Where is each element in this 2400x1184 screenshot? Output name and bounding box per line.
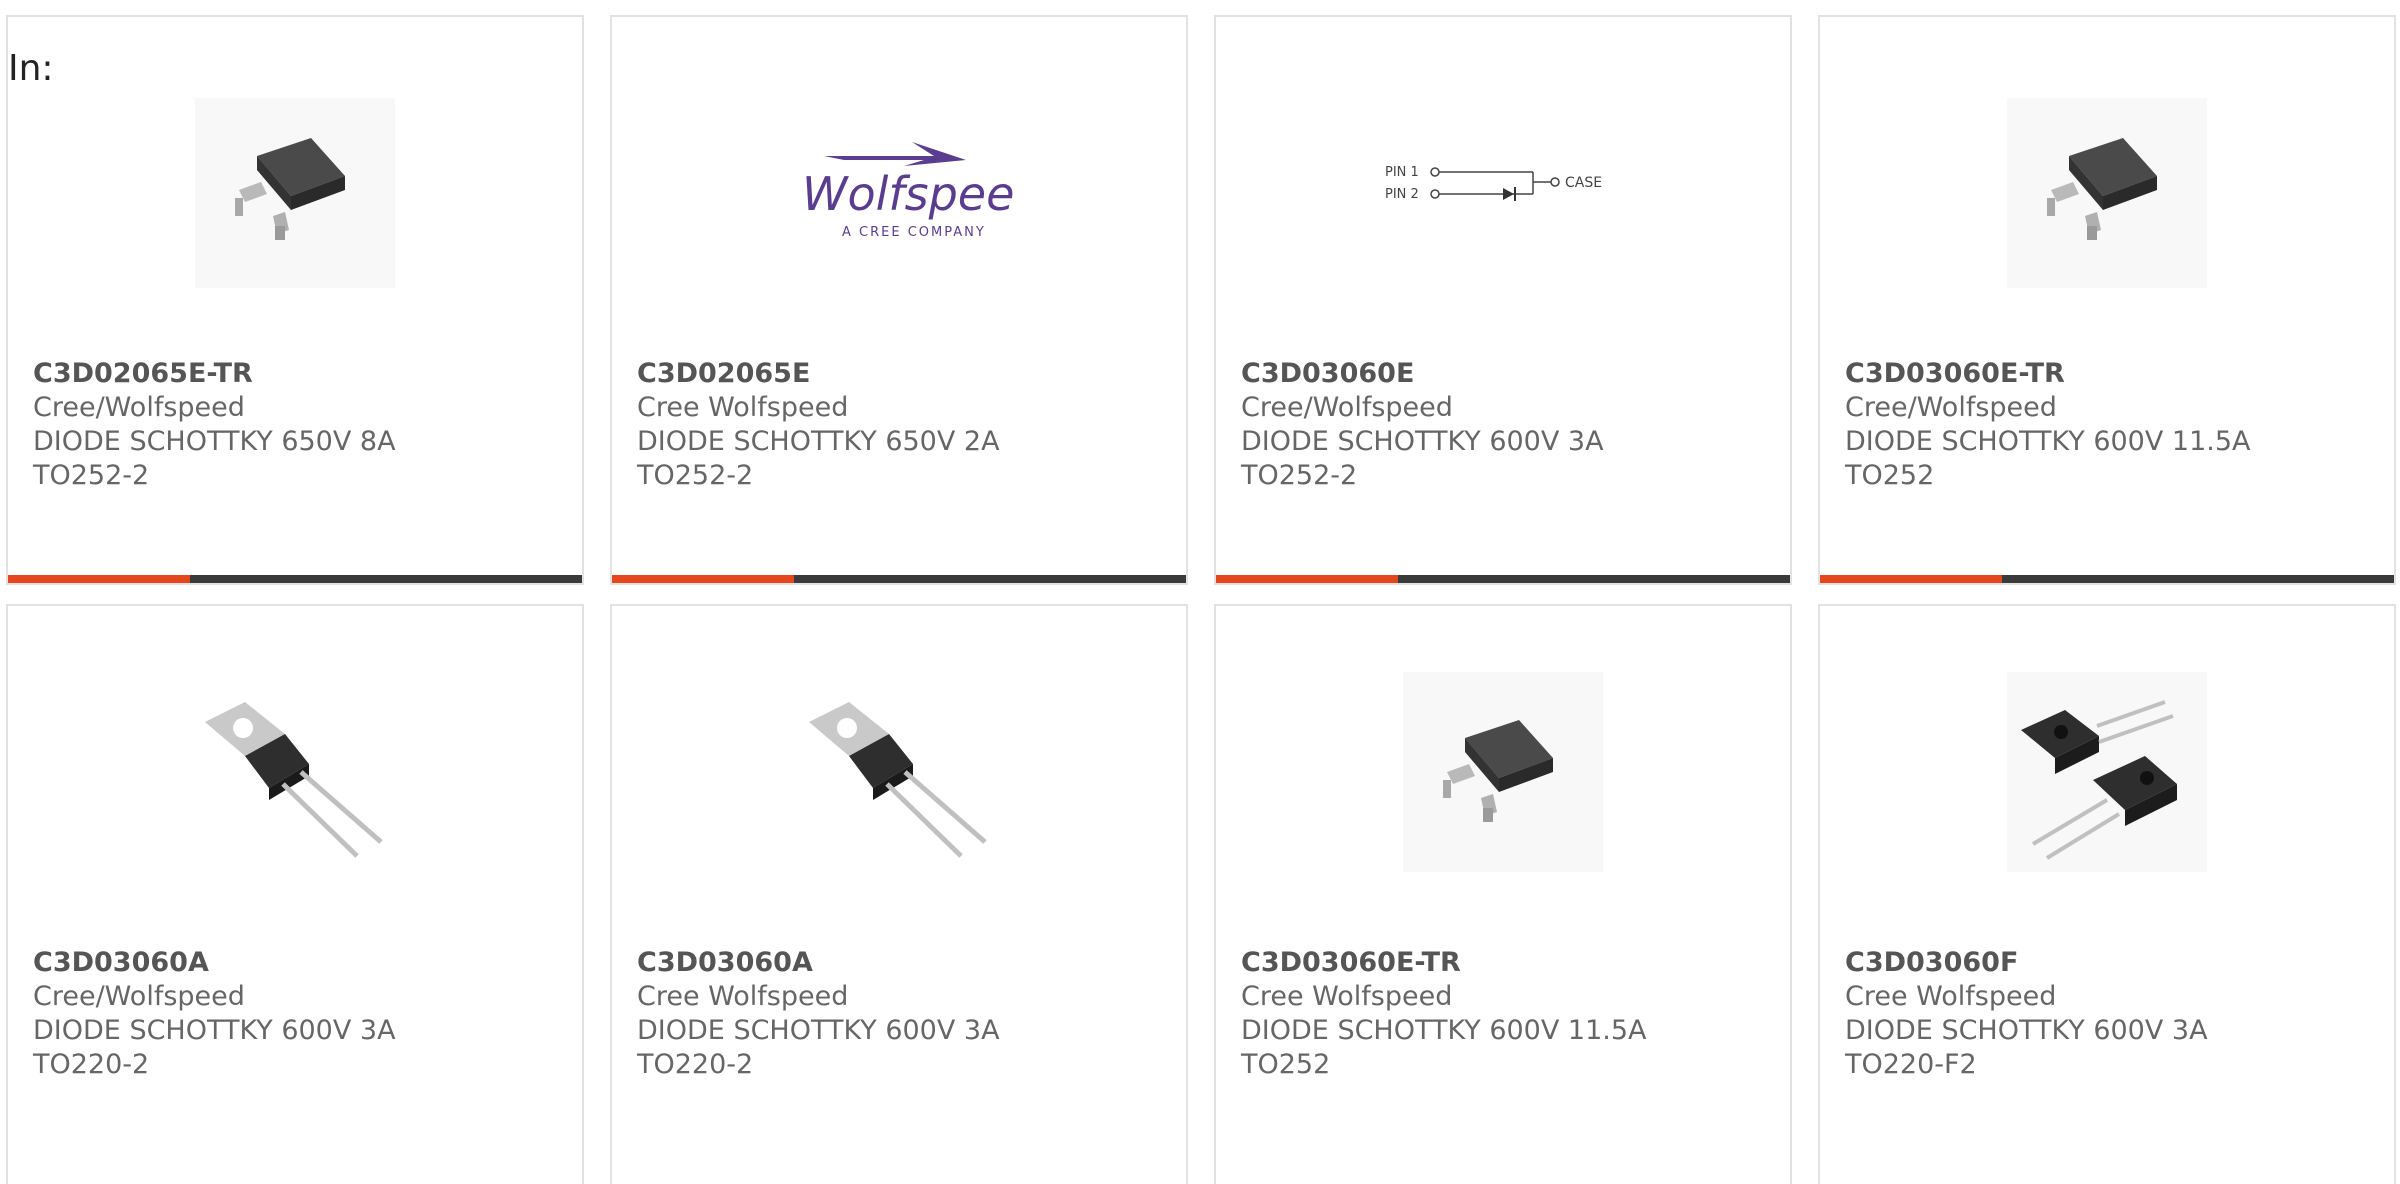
- part-number[interactable]: C3D02065E: [637, 357, 1000, 391]
- part-number[interactable]: C3D03060F: [1845, 946, 2208, 980]
- manufacturer: Cree Wolfspeed: [637, 981, 849, 1012]
- package: TO252-2: [33, 460, 150, 491]
- package: TO252: [1845, 460, 1935, 491]
- manufacturer: Cree/Wolfspeed: [1241, 392, 1453, 423]
- card-accent-bar: [1216, 575, 1790, 583]
- product-card[interactable]: Wolfspeed. A CREE COMPANY C3D02065E Cree…: [610, 15, 1188, 585]
- manufacturer: Cree/Wolfspeed: [1845, 392, 2057, 423]
- product-card[interactable]: C3D03060A Cree/Wolfspeed DIODE SCHOTTKY …: [6, 604, 584, 1184]
- description: DIODE SCHOTTKY 600V 3A: [33, 1015, 396, 1046]
- part-number[interactable]: C3D03060A: [637, 946, 1000, 980]
- description: DIODE SCHOTTKY 650V 8A: [33, 426, 396, 457]
- package: TO252: [1241, 1049, 1331, 1080]
- logo-brand: Wolfspeed.: [802, 167, 1014, 221]
- pin2-label: PIN 2: [1385, 187, 1419, 202]
- product-card[interactable]: C3D03060E-TR Cree Wolfspeed DIODE SCHOTT…: [1214, 604, 1792, 1184]
- part-number[interactable]: C3D03060A: [33, 946, 396, 980]
- package: TO220-2: [33, 1049, 150, 1080]
- description: DIODE SCHOTTKY 600V 3A: [1241, 426, 1604, 457]
- product-card[interactable]: C3D03060F Cree Wolfspeed DIODE SCHOTTKY …: [1818, 604, 2396, 1184]
- pin-diagram-image[interactable]: PIN 1 PIN 2 CASE: [1216, 83, 1790, 303]
- product-image-to252[interactable]: [8, 83, 582, 303]
- product-image-to252[interactable]: [1216, 662, 1790, 882]
- case-label: CASE: [1565, 175, 1602, 191]
- card-accent-bar: [1820, 575, 2394, 583]
- wolfspeed-logo[interactable]: Wolfspeed. A CREE COMPANY: [612, 83, 1186, 303]
- description: DIODE SCHOTTKY 600V 3A: [637, 1015, 1000, 1046]
- product-card[interactable]: PIN 1 PIN 2 CASE C3D03060E Cree/Wolfspee…: [1214, 15, 1792, 585]
- part-number[interactable]: C3D03060E: [1241, 357, 1604, 391]
- product-grid: C3D02065E-TR Cree/Wolfspeed DIODE SCHOTT…: [0, 0, 2400, 1184]
- part-number[interactable]: C3D02065E-TR: [33, 357, 396, 391]
- description: DIODE SCHOTTKY 600V 11.5A: [1845, 426, 2251, 457]
- description: DIODE SCHOTTKY 600V 11.5A: [1241, 1015, 1647, 1046]
- product-image-to220[interactable]: [612, 662, 1186, 882]
- part-number[interactable]: C3D03060E-TR: [1241, 946, 1647, 980]
- card-accent-bar: [612, 575, 1186, 583]
- product-card[interactable]: C3D02065E-TR Cree/Wolfspeed DIODE SCHOTT…: [6, 15, 584, 585]
- manufacturer: Cree Wolfspeed: [637, 392, 849, 423]
- package: TO252-2: [637, 460, 754, 491]
- description: DIODE SCHOTTKY 600V 3A: [1845, 1015, 2208, 1046]
- card-accent-bar: [8, 575, 582, 583]
- product-image-to220[interactable]: [8, 662, 582, 882]
- package: TO220-F2: [1845, 1049, 1977, 1080]
- product-image-to252[interactable]: [1820, 83, 2394, 303]
- package: TO220-2: [637, 1049, 754, 1080]
- package: TO252-2: [1241, 460, 1358, 491]
- manufacturer: Cree/Wolfspeed: [33, 392, 245, 423]
- description: DIODE SCHOTTKY 650V 2A: [637, 426, 1000, 457]
- product-card[interactable]: C3D03060A Cree Wolfspeed DIODE SCHOTTKY …: [610, 604, 1188, 1184]
- manufacturer: Cree Wolfspeed: [1845, 981, 2057, 1012]
- product-image-to220f[interactable]: [1820, 662, 2394, 882]
- manufacturer: Cree/Wolfspeed: [33, 981, 245, 1012]
- product-card[interactable]: C3D03060E-TR Cree/Wolfspeed DIODE SCHOTT…: [1818, 15, 2396, 585]
- filter-label: In:: [8, 48, 54, 89]
- manufacturer: Cree Wolfspeed: [1241, 981, 1453, 1012]
- logo-tagline: A CREE COMPANY: [842, 225, 986, 240]
- part-number[interactable]: C3D03060E-TR: [1845, 357, 2251, 391]
- pin1-label: PIN 1: [1385, 165, 1419, 180]
